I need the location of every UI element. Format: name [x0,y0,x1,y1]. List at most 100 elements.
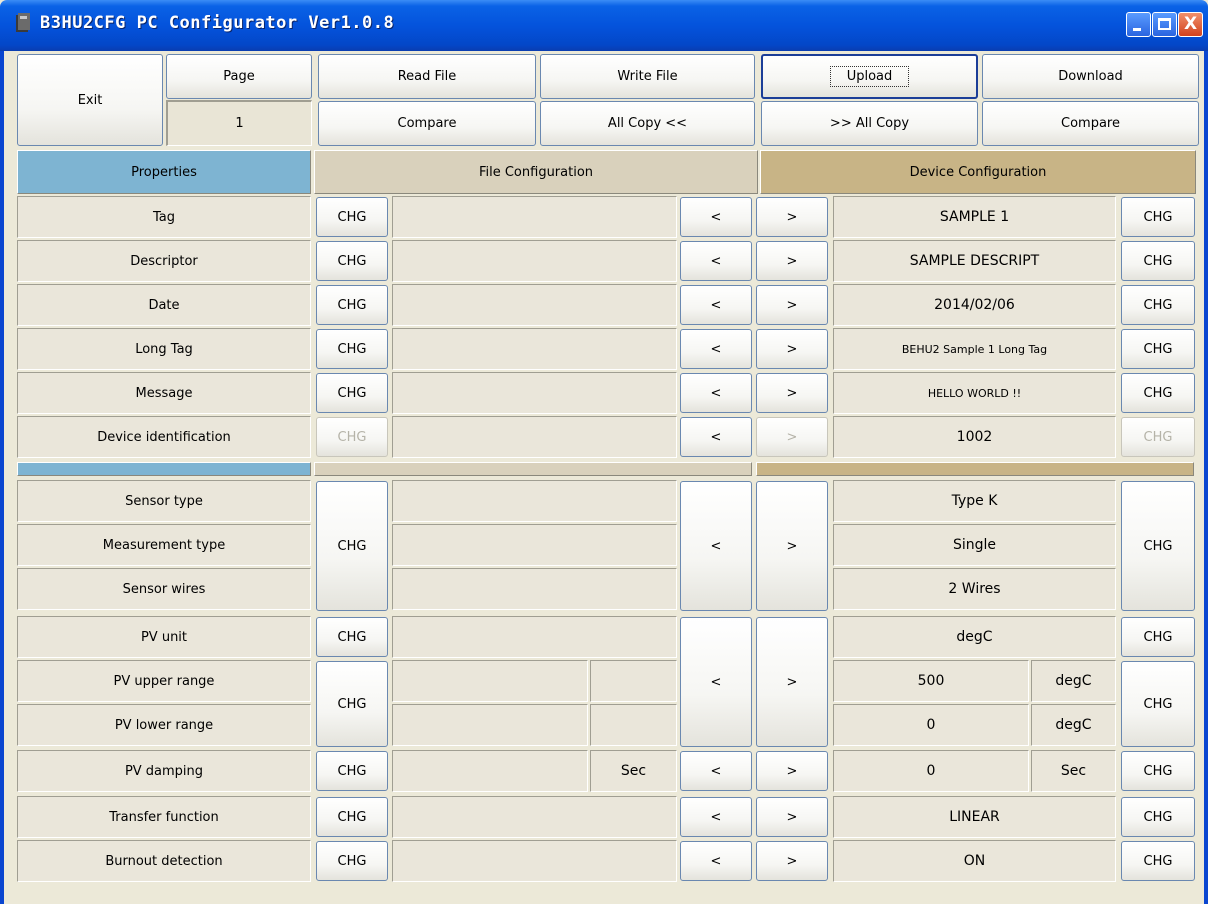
date-copy-to-file-button[interactable]: < [680,285,752,325]
page-button[interactable]: Page [166,54,312,99]
pv-upper-range-file-value[interactable] [392,660,588,702]
transfer-function-copy-to-device-button[interactable]: > [756,797,828,837]
close-icon: X [1183,14,1198,34]
long-tag-file-value[interactable] [392,328,677,370]
long-tag-device-chg-button[interactable]: CHG [1121,329,1195,369]
tag-copy-to-device-button[interactable]: > [756,197,828,237]
tag-device-value: SAMPLE 1 [833,196,1116,238]
compare-file-label: Compare [397,116,457,131]
compare-device-button[interactable]: Compare [982,101,1199,146]
message-file-value[interactable] [392,372,677,414]
pv-damping-file-chg-button[interactable]: CHG [316,751,388,791]
device-id-file-value[interactable] [392,416,677,458]
long-tag-device-value: BEHU2 Sample 1 Long Tag [833,328,1116,370]
upload-button[interactable]: Upload [761,54,978,99]
sensor-wires-file-value[interactable] [392,568,677,610]
descriptor-device-chg-button[interactable]: CHG [1121,241,1195,281]
all-copy-right-label: >> All Copy [829,116,910,131]
date-file-value[interactable] [392,284,677,326]
transfer-function-copy-to-file-button[interactable]: < [680,797,752,837]
compare-device-label: Compare [1061,116,1120,131]
sensor-type-device-value: Type K [833,480,1116,522]
file-configuration-header: File Configuration [314,150,758,194]
tag-device-chg-button[interactable]: CHG [1121,197,1195,237]
minimize-button[interactable] [1126,12,1151,37]
close-button[interactable]: X [1178,12,1203,37]
burnout-detection-copy-to-device-button[interactable]: > [756,841,828,881]
pv-range-copy-to-device-button[interactable]: > [756,617,828,747]
device-id-label: Device identification [17,416,311,458]
descriptor-copy-to-device-button[interactable]: > [756,241,828,281]
message-device-chg-button[interactable]: CHG [1121,373,1195,413]
date-device-value: 2014/02/06 [833,284,1116,326]
transfer-function-file-value[interactable] [392,796,677,838]
long-tag-copy-to-file-button[interactable]: < [680,329,752,369]
burnout-detection-device-chg-button[interactable]: CHG [1121,841,1195,881]
measurement-type-label: Measurement type [17,524,311,566]
pv-lower-range-device-value: 0 [833,704,1029,746]
sensor-device-chg-button[interactable]: CHG [1121,481,1195,611]
pv-damping-copy-to-file-button[interactable]: < [680,751,752,791]
measurement-type-file-value[interactable] [392,524,677,566]
message-label: Message [17,372,311,414]
device-id-device-chg-button: CHG [1121,417,1195,457]
all-copy-to-file-button[interactable]: All Copy << [540,101,755,146]
transfer-function-file-chg-button[interactable]: CHG [316,797,388,837]
pv-lower-range-file-unit [590,704,677,746]
maximize-button[interactable] [1152,12,1177,37]
write-file-label: Write File [617,69,678,84]
sensor-copy-to-device-button[interactable]: > [756,481,828,611]
minimize-icon [1133,28,1141,31]
pv-unit-file-value[interactable] [392,616,677,658]
long-tag-file-chg-button[interactable]: CHG [316,329,388,369]
descriptor-file-chg-button[interactable]: CHG [316,241,388,281]
pv-range-copy-to-file-button[interactable]: < [680,617,752,747]
pv-damping-file-unit: Sec [590,750,677,792]
date-label: Date [17,284,311,326]
all-copy-left-label: All Copy << [607,116,688,131]
exit-button[interactable]: Exit [17,54,163,146]
pv-damping-copy-to-device-button[interactable]: > [756,751,828,791]
descriptor-label: Descriptor [17,240,311,282]
pv-damping-file-value[interactable] [392,750,588,792]
descriptor-copy-to-file-button[interactable]: < [680,241,752,281]
compare-file-button[interactable]: Compare [318,101,536,146]
title-bar[interactable]: B3HU2CFG PC Configurator Ver1.0.8 X [0,0,1208,51]
sensor-file-chg-button[interactable]: CHG [316,481,388,611]
read-file-button[interactable]: Read File [318,54,536,99]
descriptor-file-value[interactable] [392,240,677,282]
descriptor-device-value: SAMPLE DESCRIPT [833,240,1116,282]
pv-lower-range-file-value[interactable] [392,704,588,746]
burnout-detection-copy-to-file-button[interactable]: < [680,841,752,881]
all-copy-to-device-button[interactable]: >> All Copy [761,101,978,146]
date-copy-to-device-button[interactable]: > [756,285,828,325]
pv-unit-device-chg-button[interactable]: CHG [1121,617,1195,657]
maximize-icon [1158,18,1171,30]
message-copy-to-device-button[interactable]: > [756,373,828,413]
tag-file-value[interactable] [392,196,677,238]
tag-copy-to-file-button[interactable]: < [680,197,752,237]
sensor-copy-to-file-button[interactable]: < [680,481,752,611]
write-file-button[interactable]: Write File [540,54,755,99]
pv-damping-device-value: 0 [833,750,1029,792]
date-file-chg-button[interactable]: CHG [316,285,388,325]
pv-damping-device-chg-button[interactable]: CHG [1121,751,1195,791]
message-copy-to-file-button[interactable]: < [680,373,752,413]
download-button[interactable]: Download [982,54,1199,99]
burnout-detection-file-chg-button[interactable]: CHG [316,841,388,881]
message-device-value: HELLO WORLD !! [833,372,1116,414]
pv-unit-file-chg-button[interactable]: CHG [316,617,388,657]
burnout-detection-device-value: ON [833,840,1116,882]
message-file-chg-button[interactable]: CHG [316,373,388,413]
tag-file-chg-button[interactable]: CHG [316,197,388,237]
measurement-type-device-value: Single [833,524,1116,566]
transfer-function-device-chg-button[interactable]: CHG [1121,797,1195,837]
pv-range-device-chg-button[interactable]: CHG [1121,661,1195,747]
upload-label: Upload [829,66,910,87]
long-tag-copy-to-device-button[interactable]: > [756,329,828,369]
sensor-type-file-value[interactable] [392,480,677,522]
pv-range-file-chg-button[interactable]: CHG [316,661,388,747]
device-id-copy-to-file-button[interactable]: < [680,417,752,457]
date-device-chg-button[interactable]: CHG [1121,285,1195,325]
burnout-detection-file-value[interactable] [392,840,677,882]
